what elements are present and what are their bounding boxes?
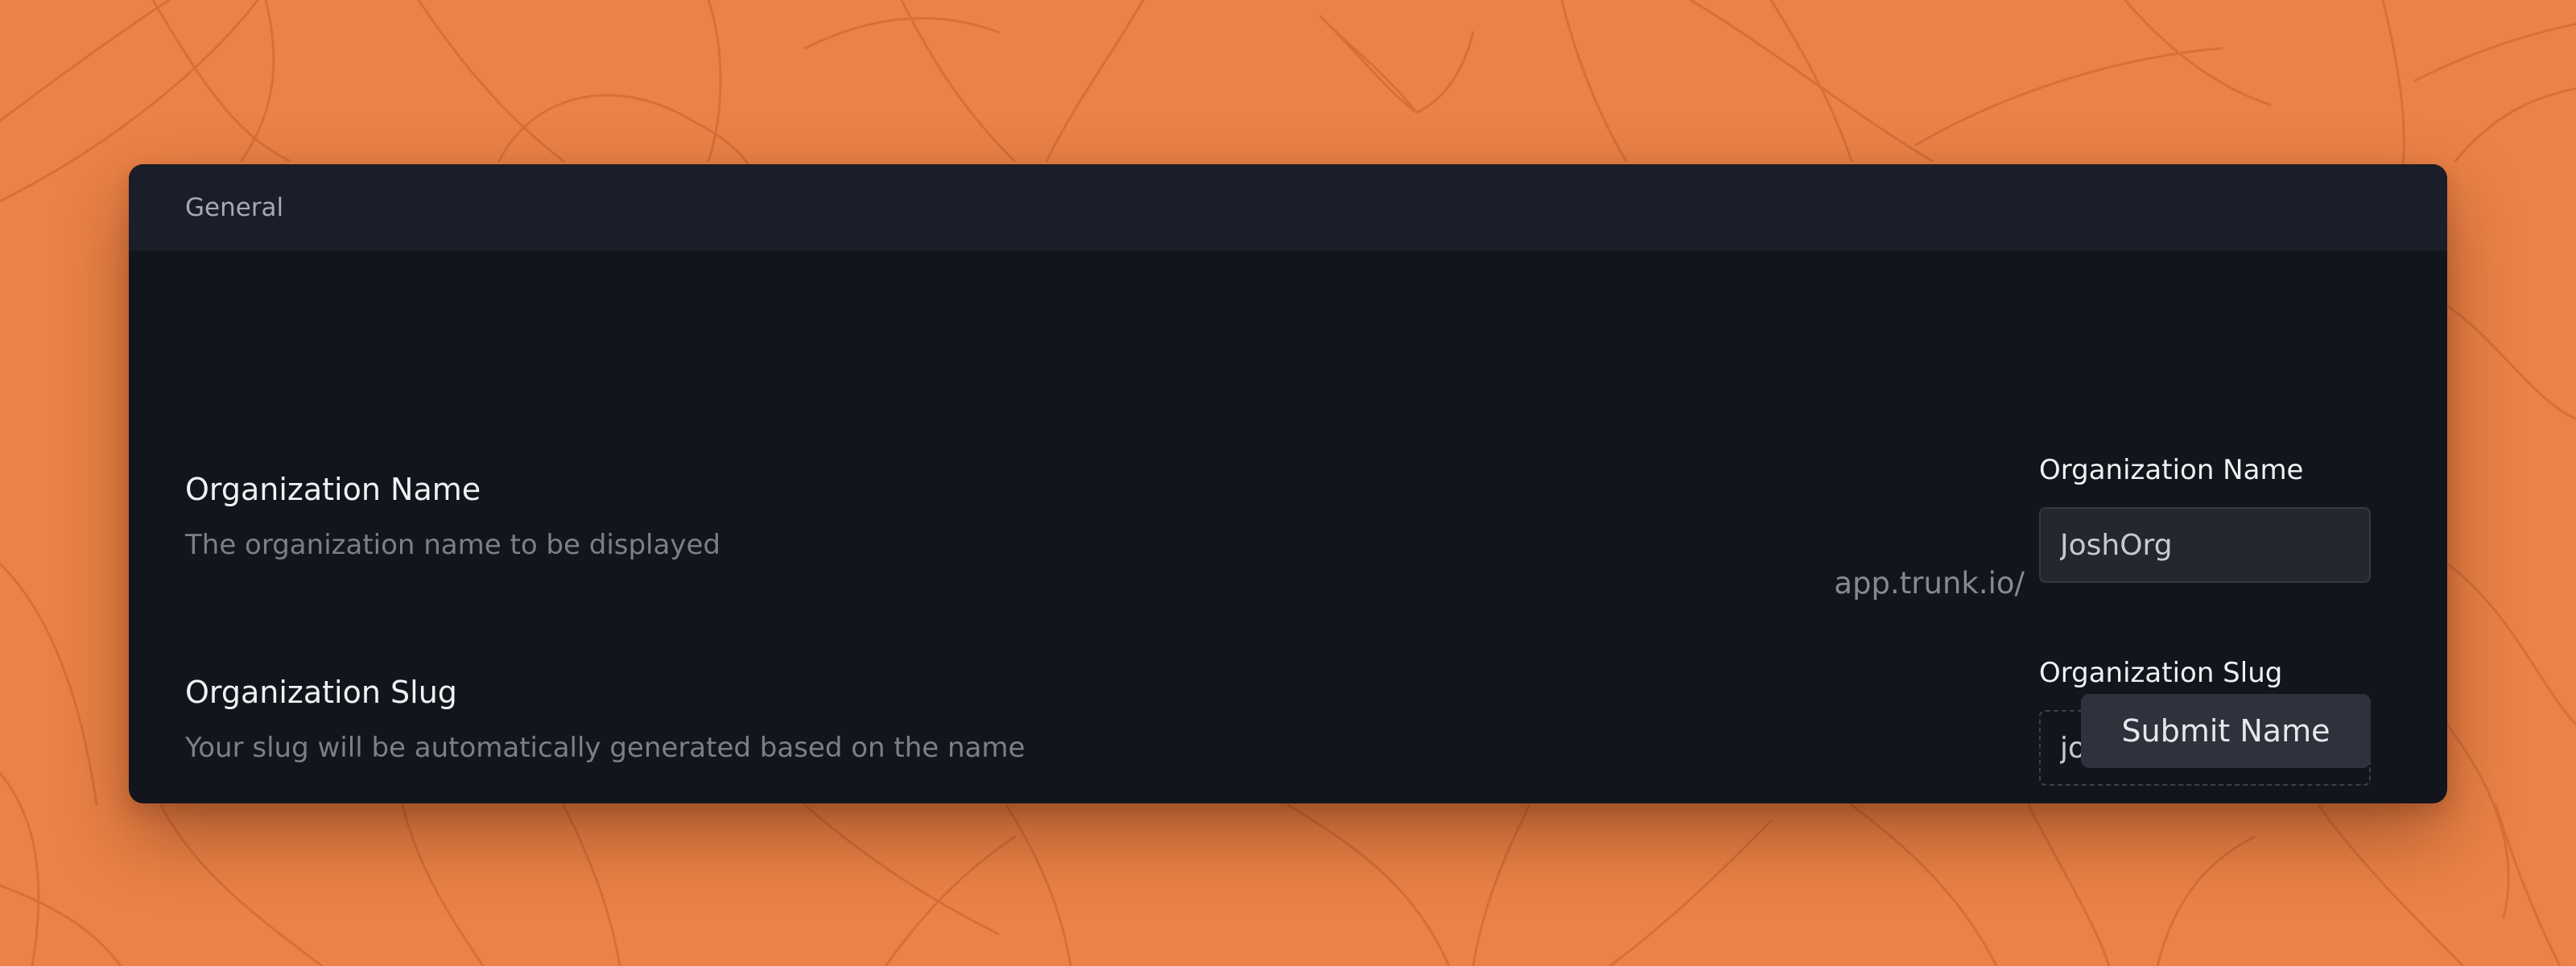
general-settings-card: General Organization Name The organizati… [129, 164, 2447, 803]
submit-name-button[interactable]: Submit Name [2081, 694, 2371, 768]
org-slug-title: Organization Slug [185, 675, 457, 710]
slug-url-prefix: app.trunk.io/ [1834, 566, 2025, 601]
org-slug-field-label: Organization Slug [2039, 657, 2283, 689]
section-title: General [185, 193, 284, 222]
card-header: General [129, 164, 2447, 251]
org-name-input[interactable] [2039, 507, 2371, 583]
org-name-field-label: Organization Name [2039, 454, 2304, 486]
org-name-description: The organization name to be displayed [185, 529, 720, 561]
org-slug-description: Your slug will be automatically generate… [185, 732, 1026, 764]
org-name-title: Organization Name [185, 472, 481, 507]
